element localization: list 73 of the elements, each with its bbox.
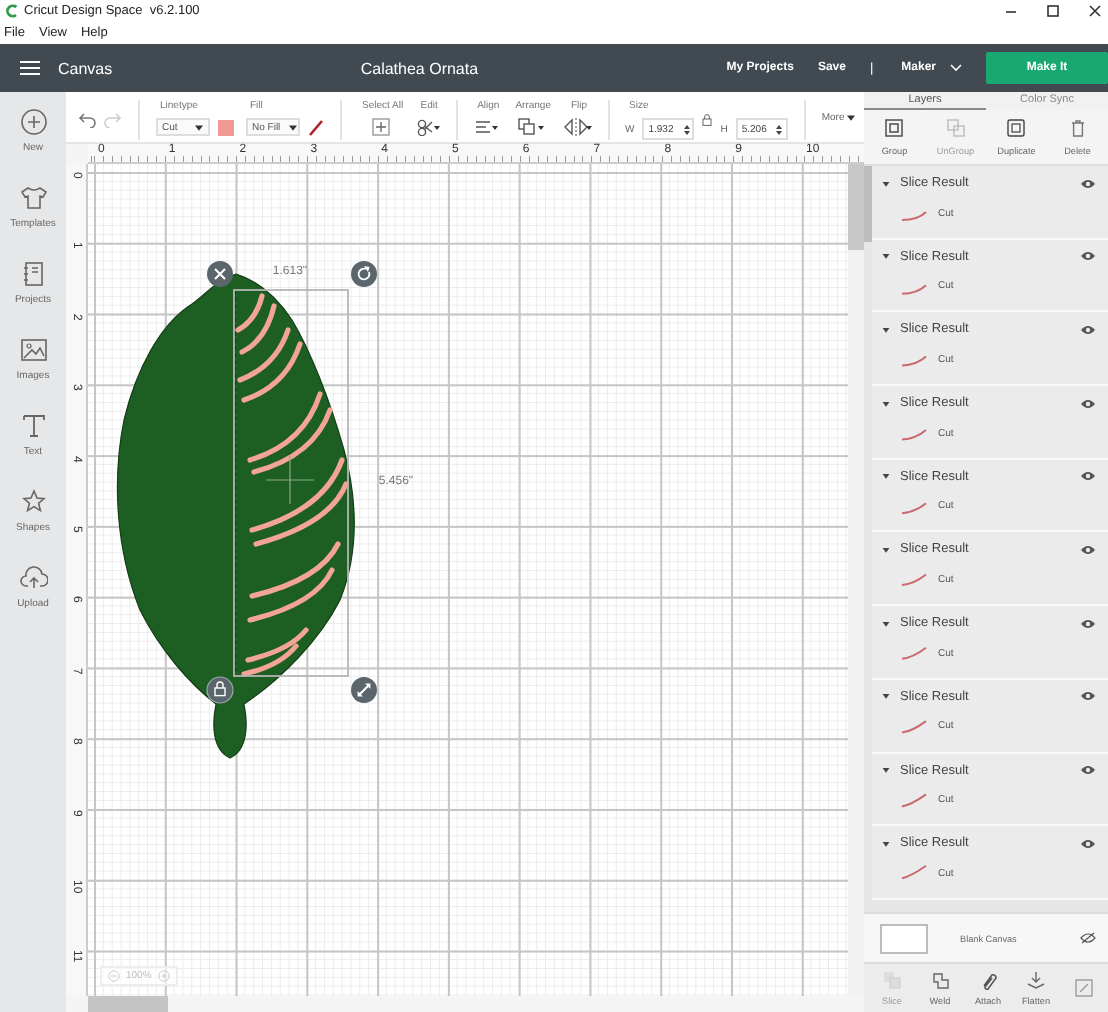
zoom-out-icon: [108, 970, 120, 982]
canvas-swatch[interactable]: [880, 923, 928, 953]
eye-icon[interactable]: [1080, 250, 1096, 263]
project-title: Calathea Ornata: [360, 59, 479, 77]
close-icon[interactable]: [1088, 4, 1102, 18]
eye-icon[interactable]: [1080, 397, 1096, 410]
projects-icon: [19, 260, 47, 288]
edit-icon[interactable]: [415, 118, 440, 136]
selected-leaf-drawing[interactable]: [116, 261, 377, 759]
curve-thumbnail-icon: [900, 497, 928, 516]
curve-thumbnail-icon: [900, 570, 928, 589]
eye-icon[interactable]: [1080, 323, 1096, 336]
caret-icon: [846, 114, 857, 122]
contour-icon: [1074, 978, 1094, 998]
delete-icon: [1067, 118, 1088, 138]
caret-icon: [194, 123, 204, 131]
eye-icon[interactable]: [1080, 837, 1096, 850]
attach-icon: [978, 970, 998, 990]
curve-thumbnail-icon: [900, 717, 928, 736]
lock-icon[interactable]: [702, 113, 713, 125]
align-icon[interactable]: [474, 118, 499, 136]
curve-thumbnail-icon: [900, 644, 928, 663]
expand-caret-icon[interactable]: [882, 325, 890, 334]
images-icon: [19, 336, 47, 364]
spinner-icon: [776, 123, 783, 135]
slice-icon: [882, 970, 902, 990]
select-all-icon[interactable]: [371, 118, 390, 136]
section-title: Canvas: [58, 59, 113, 77]
spinner-icon: [683, 123, 690, 135]
weld-icon: [930, 970, 950, 990]
curve-thumbnail-icon: [900, 350, 928, 369]
templates-icon: [19, 184, 47, 212]
flatten-icon: [1026, 970, 1046, 990]
scrollbar-thumb[interactable]: [88, 996, 168, 1012]
eye-hidden-icon[interactable]: [1080, 932, 1096, 944]
shapes-icon: [19, 488, 47, 516]
duplicate-icon: [1006, 118, 1027, 138]
curve-thumbnail-icon: [900, 864, 928, 883]
eye-icon[interactable]: [1080, 543, 1096, 556]
expand-caret-icon[interactable]: [882, 766, 890, 774]
expand-caret-icon[interactable]: [882, 839, 890, 848]
text-icon: [19, 412, 47, 440]
group-icon: [884, 118, 905, 138]
expand-caret-icon[interactable]: [882, 179, 890, 187]
eye-icon[interactable]: [1080, 470, 1096, 483]
curve-thumbnail-icon: [900, 791, 928, 809]
expand-caret-icon[interactable]: [882, 399, 890, 408]
eye-icon[interactable]: [1080, 177, 1096, 189]
new-icon: [19, 108, 47, 136]
scrollbar-thumb[interactable]: [848, 164, 864, 250]
scrollbar-thumb[interactable]: [864, 166, 872, 242]
chevron-icon: [950, 64, 963, 72]
expand-caret-icon[interactable]: [882, 545, 890, 554]
expand-caret-icon[interactable]: [882, 692, 890, 701]
flip-icon[interactable]: [563, 118, 591, 136]
menu-icon[interactable]: [20, 60, 40, 76]
undo-icon[interactable]: [78, 112, 96, 128]
maximize-icon[interactable]: [1046, 4, 1060, 18]
zoom-in-icon: [157, 970, 170, 982]
arrange-icon[interactable]: [518, 118, 545, 136]
eye-icon[interactable]: [1080, 690, 1096, 703]
expand-caret-icon[interactable]: [882, 472, 890, 481]
no-fill-icon[interactable]: [308, 119, 324, 135]
ungroup-icon: [945, 118, 966, 138]
app-logo-icon: [6, 4, 18, 18]
color-swatch[interactable]: [218, 119, 234, 135]
expand-caret-icon[interactable]: [882, 619, 890, 628]
eye-icon[interactable]: [1080, 764, 1096, 776]
eye-icon[interactable]: [1080, 617, 1096, 630]
caret-icon: [288, 123, 299, 131]
upload-icon: [19, 564, 47, 592]
expand-caret-icon[interactable]: [882, 252, 890, 261]
curve-thumbnail-icon: [900, 424, 928, 443]
